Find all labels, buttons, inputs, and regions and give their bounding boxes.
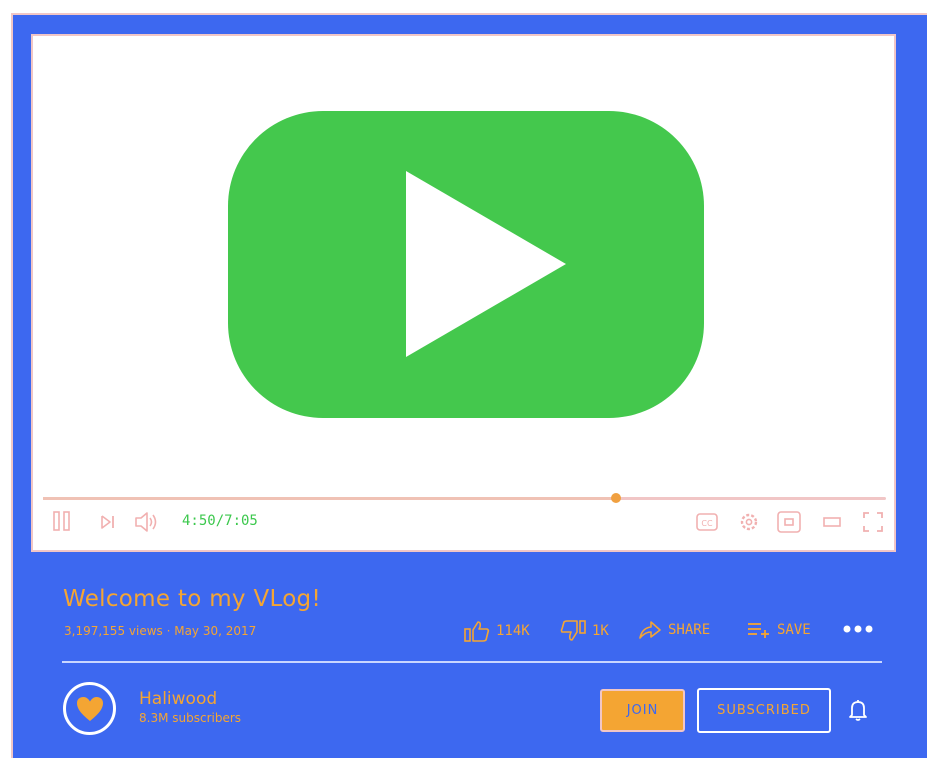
join-button[interactable]: JOIN (600, 689, 685, 732)
save-icon (748, 623, 769, 638)
progress-bar-fill (43, 497, 617, 500)
bell-icon[interactable] (848, 699, 868, 725)
progress-knob[interactable] (611, 493, 622, 503)
share-icon (639, 621, 661, 639)
avatar[interactable] (63, 682, 116, 735)
channel-name[interactable]: Haliwood (139, 689, 217, 709)
more-icon[interactable] (842, 624, 874, 634)
captions-icon[interactable]: CC (696, 513, 718, 531)
play-icon[interactable] (228, 111, 704, 418)
dislike-count: 1K (592, 623, 609, 639)
thumbs-down-icon (560, 620, 586, 641)
settings-icon[interactable] (739, 512, 759, 532)
video-meta: 3,197,155 views · May 30, 2017 (64, 624, 257, 638)
video-title: Welcome to my VLog! (63, 586, 321, 612)
like-button[interactable]: 114K (464, 620, 530, 642)
miniplayer-icon[interactable] (777, 511, 801, 533)
save-label: SAVE (777, 622, 811, 638)
like-count: 114K (496, 623, 530, 639)
divider (62, 661, 882, 663)
fullscreen-icon[interactable] (863, 512, 883, 532)
share-button[interactable]: SHARE (638, 620, 710, 640)
volume-icon[interactable] (134, 512, 160, 532)
share-label: SHARE (668, 622, 711, 638)
thumbs-up-icon (464, 621, 490, 642)
save-button[interactable]: SAVE (747, 620, 811, 640)
time-display: 4:50/7:05 (182, 513, 258, 529)
video-player[interactable]: 4:50/7:05 CC (31, 34, 896, 552)
pause-icon[interactable] (53, 511, 71, 531)
dislike-button[interactable]: 1K (560, 620, 609, 642)
next-icon[interactable] (100, 514, 116, 530)
subscribed-button[interactable]: SUBSCRIBED (697, 688, 831, 733)
progress-bar[interactable] (43, 493, 886, 503)
theater-icon[interactable] (823, 517, 841, 527)
svg-text:CC: CC (701, 519, 713, 528)
heart-icon (76, 696, 103, 721)
subscriber-count: 8.3M subscribers (139, 711, 242, 725)
